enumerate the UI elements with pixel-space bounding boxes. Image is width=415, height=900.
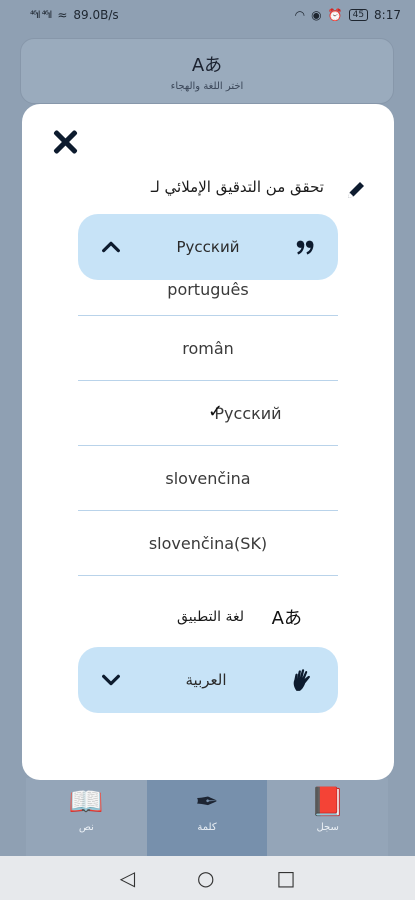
- app-language-select[interactable]: العربية: [78, 647, 338, 713]
- list-item-portugues[interactable]: português: [78, 278, 338, 316]
- hand-icon: [293, 669, 310, 691]
- network-speed: 89.0B/s: [73, 8, 119, 22]
- app-language-title: لغة التطبيق: [177, 609, 244, 625]
- list-item-label: slovenčina: [165, 468, 251, 488]
- home-icon[interactable]: ○: [197, 866, 214, 890]
- tab-text[interactable]: 📖 نص: [26, 778, 147, 856]
- translate-icon: Aあ: [271, 608, 302, 629]
- check-icon: ✓: [208, 401, 224, 422]
- list-item-slovencina[interactable]: slovenčina: [78, 446, 338, 511]
- headphones-icon: ◠: [294, 8, 306, 22]
- recents-icon[interactable]: □: [276, 866, 295, 890]
- language-list: português român ✓ Русский slovenčina slo…: [78, 278, 338, 576]
- pencil-icon: [348, 182, 364, 198]
- tab-history-label: سجل: [316, 822, 339, 833]
- translate-icon: Aあ: [191, 55, 223, 76]
- list-item-label: português: [167, 280, 249, 299]
- spellcheck-language-value: Русский: [176, 238, 240, 256]
- chevron-down-icon: [102, 674, 120, 686]
- book-icon: 📕: [310, 785, 346, 818]
- system-nav-bar: ◁ ○ □: [0, 856, 415, 900]
- card-label: اختر اللغة والهجاء: [170, 81, 244, 92]
- spellcheck-language-select[interactable]: Русский: [78, 214, 338, 280]
- spellcheck-title: تحقق من التدقيق الإملائي لـ: [150, 178, 324, 196]
- language-dialog: تحقق من التدقيق الإملائي لـ Русский port…: [22, 104, 394, 780]
- list-item-russian[interactable]: ✓ Русский: [78, 381, 338, 446]
- list-item-roman[interactable]: român: [78, 316, 338, 381]
- tab-word[interactable]: ✒ كلمة: [146, 778, 268, 856]
- list-item-slovencina-sk[interactable]: slovenčina(SK): [78, 511, 338, 576]
- eye-icon: ◉: [311, 8, 322, 22]
- wifi-icon: ≈: [57, 8, 68, 22]
- close-icon[interactable]: [52, 128, 80, 156]
- bottom-tab-bar: 📖 نص ✒ كلمة 📕 سجل: [26, 778, 388, 856]
- back-icon[interactable]: ◁: [120, 866, 135, 890]
- battery-level: 45: [348, 9, 369, 21]
- tab-word-label: كلمة: [197, 822, 217, 833]
- alarm-icon: ⏰: [327, 8, 343, 22]
- open-book-icon: 📖: [68, 785, 104, 818]
- list-item-label: român: [182, 338, 234, 358]
- list-item-label: Русский: [214, 403, 282, 423]
- quote-icon: [296, 240, 314, 255]
- status-bar: ⁴⁶ıl ⁴⁶ıl ≈ 89.0B/s ◠ ◉ ⏰ 45 8:17: [0, 0, 415, 30]
- chevron-up-icon: [102, 241, 120, 253]
- language-selector-card[interactable]: Aあ اختر اللغة والهجاء: [20, 38, 394, 104]
- time: 8:17: [374, 8, 401, 22]
- feather-icon: ✒: [195, 785, 219, 818]
- tab-text-label: نص: [78, 822, 94, 833]
- list-item-label: slovenčina(SK): [148, 533, 268, 553]
- app-language-value: العربية: [185, 671, 227, 689]
- tab-history[interactable]: 📕 سجل: [267, 778, 388, 856]
- signal-icon: ⁴⁶ıl ⁴⁶ıl: [30, 9, 52, 21]
